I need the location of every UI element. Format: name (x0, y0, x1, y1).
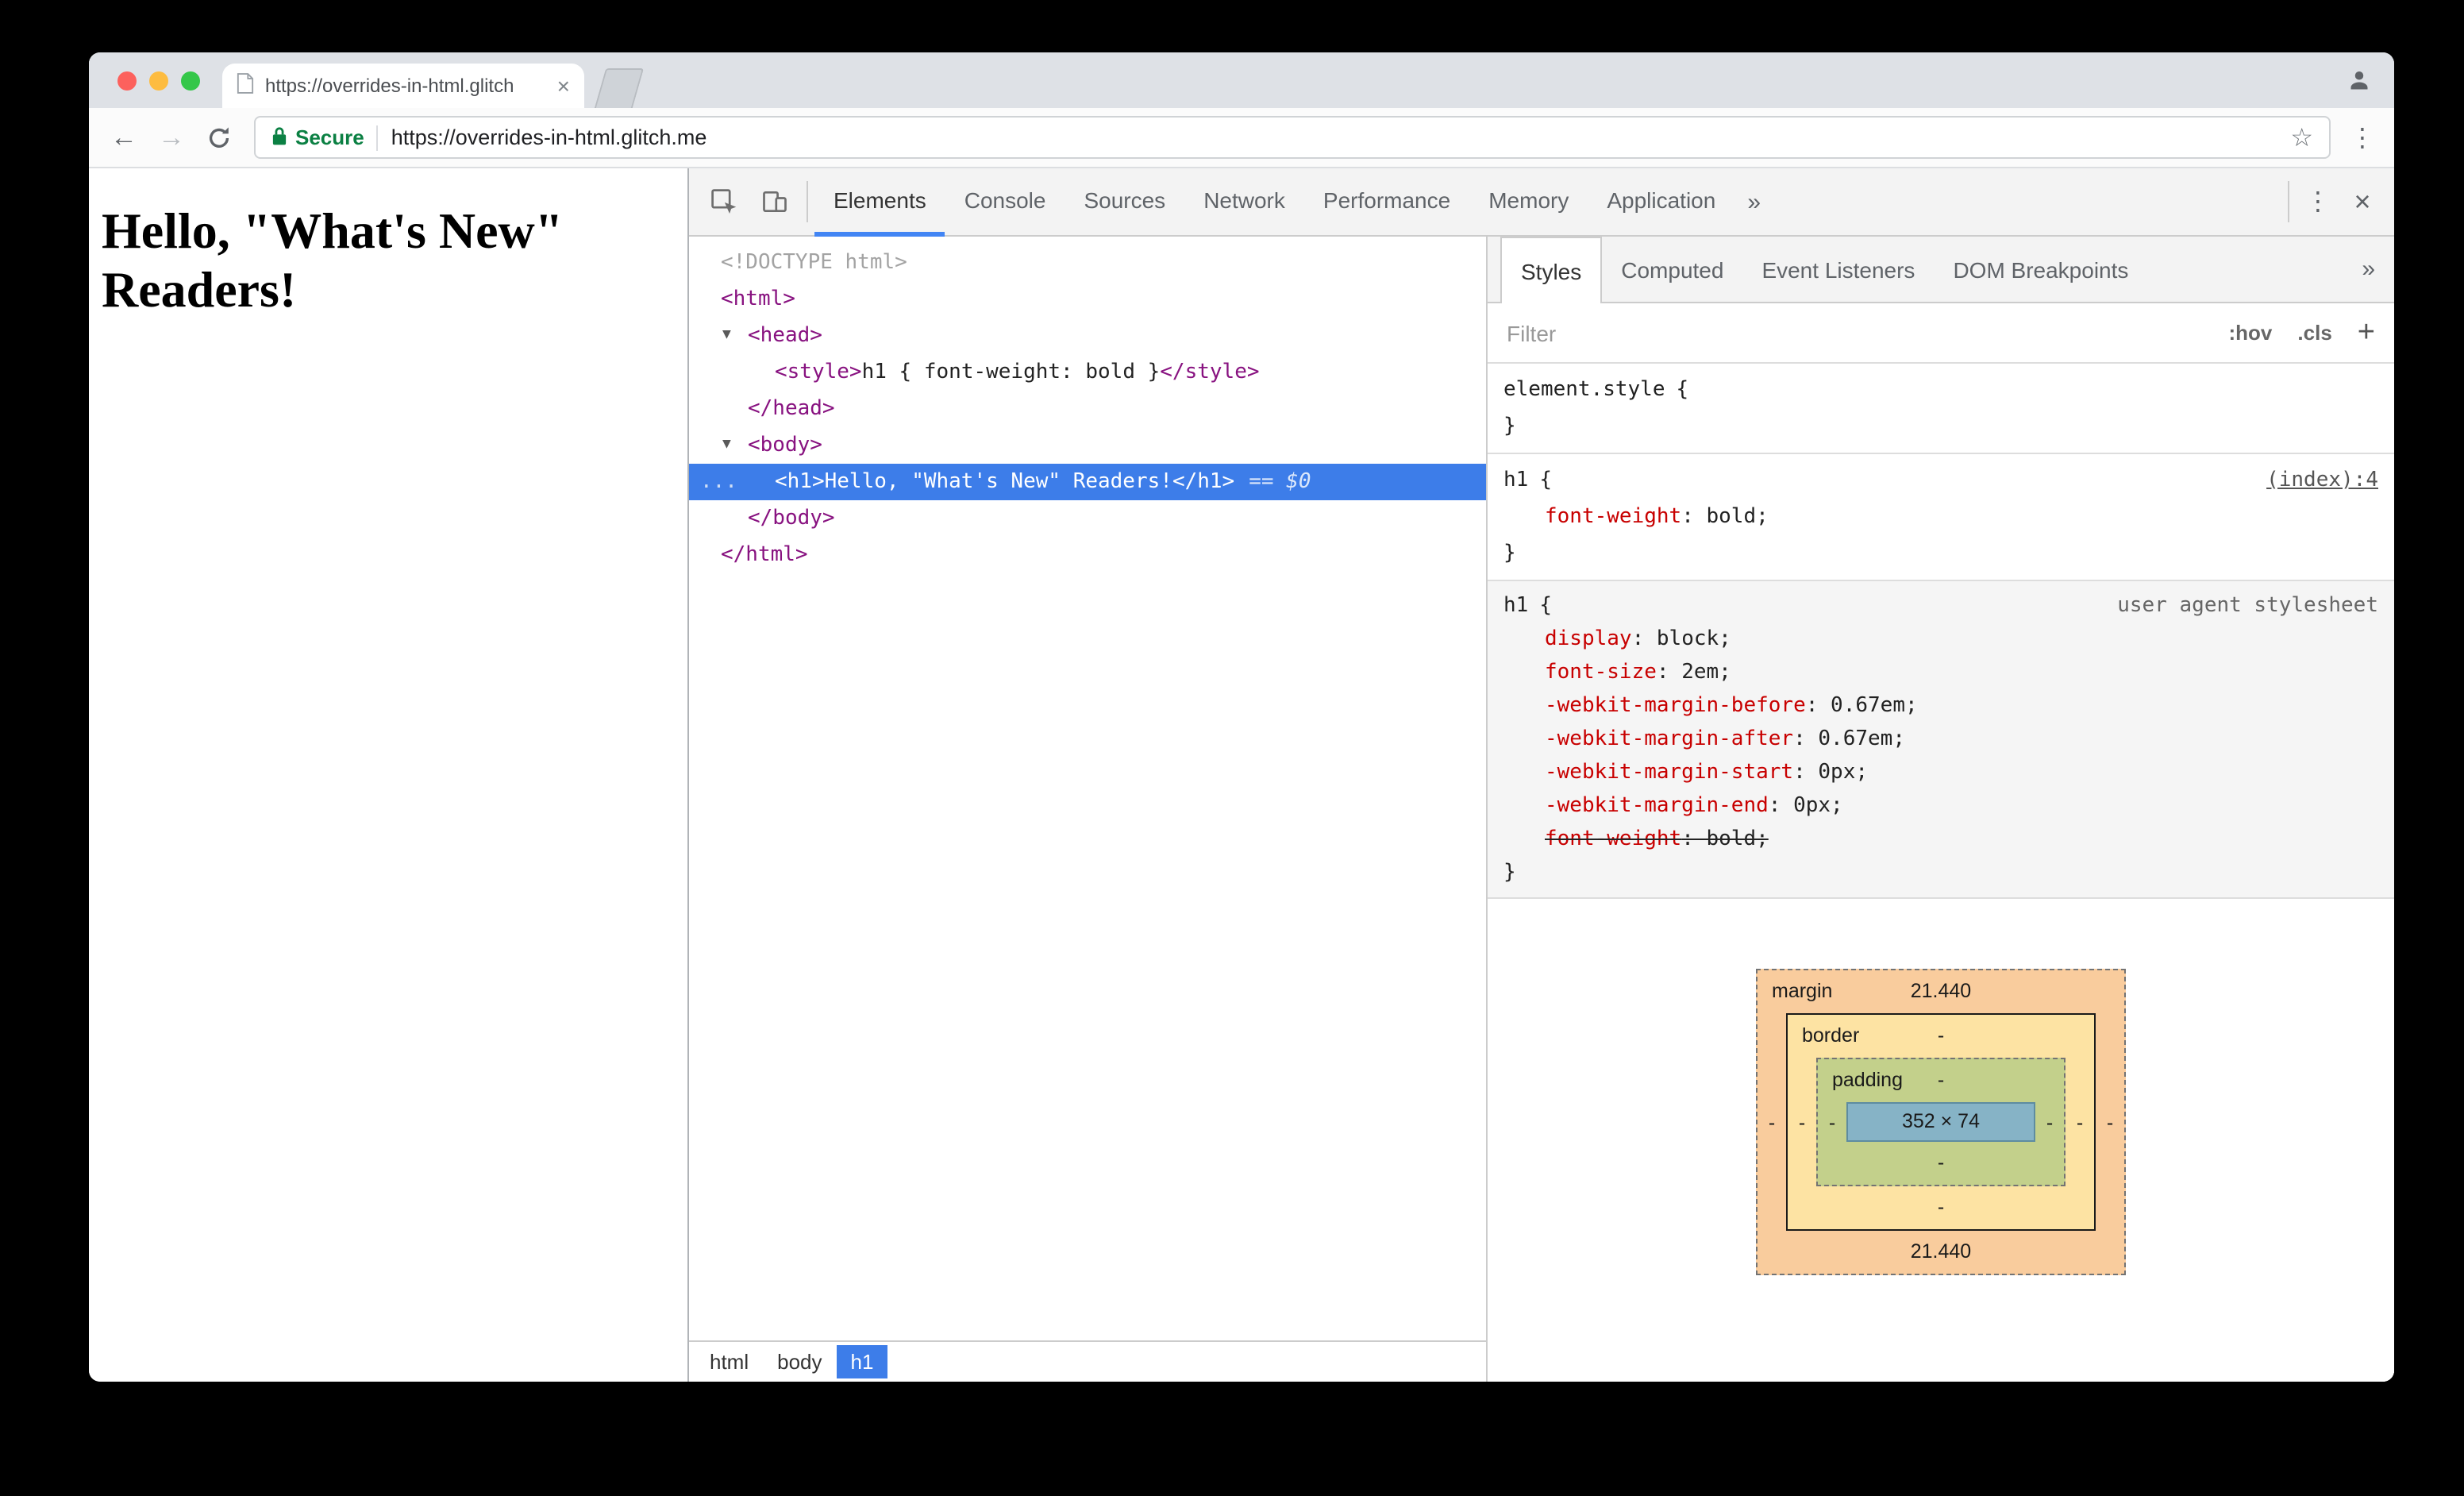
box-model-padding[interactable]: padding - - 352 × 74 - - (1816, 1058, 2066, 1186)
browser-toolbar: ← → Secure https://overrides-in-html.gli… (89, 108, 2394, 168)
inspect-element-icon[interactable] (699, 178, 749, 226)
dom-node-style[interactable]: <style>h1 { font-weight: bold }</style> (689, 354, 1486, 391)
stylesheet-source-link[interactable]: (index):4 (2266, 462, 2378, 499)
window-controls (117, 71, 200, 91)
address-bar-divider (376, 125, 379, 150)
dom-node-head-close[interactable]: </head> (689, 391, 1486, 427)
address-bar[interactable]: Secure https://overrides-in-html.glitch.… (254, 116, 2331, 159)
css-property[interactable]: font-size: 2em; (1503, 656, 2378, 689)
device-toolbar-icon[interactable] (749, 178, 800, 226)
security-chip[interactable]: Secure (271, 125, 364, 150)
box-model-border[interactable]: border - - padding - - 352 × 74 - - - - (1786, 1013, 2096, 1231)
breadcrumb-body[interactable]: body (763, 1345, 836, 1378)
devtools-body: <!DOCTYPE html> <html> ▼ <head> <style>h1… (689, 237, 2394, 1382)
tab-console[interactable]: Console (945, 168, 1065, 236)
toolbar-divider (807, 181, 808, 222)
dom-node-body-close[interactable]: </body> (689, 500, 1486, 537)
css-property[interactable]: -webkit-margin-start: 0px; (1503, 756, 2378, 789)
tab-application[interactable]: Application (1588, 168, 1734, 236)
css-property[interactable]: display: block; (1503, 623, 2378, 656)
styles-sidebar: Styles Computed Event Listeners DOM Brea… (1488, 237, 2394, 1382)
tab-styles[interactable]: Styles (1500, 237, 1603, 303)
overflow-ellipsis: ... (700, 470, 737, 494)
url-text[interactable]: https://overrides-in-html.glitch.me (391, 125, 2278, 149)
styles-filter-input[interactable] (1507, 320, 1729, 345)
dom-tree: <!DOCTYPE html> <html> ▼ <head> <style>h1… (689, 237, 1486, 1340)
minimize-window-button[interactable] (149, 71, 168, 91)
css-property-overridden[interactable]: font-weight: bold; (1503, 823, 2378, 856)
styles-filter-bar: :hov .cls + (1488, 303, 2394, 364)
elements-panel: <!DOCTYPE html> <html> ▼ <head> <style>h1… (689, 237, 1488, 1382)
dom-node-body-open[interactable]: ▼ <body> (689, 427, 1486, 464)
tab-computed[interactable]: Computed (1602, 237, 1742, 302)
tab-title: https://overrides-in-html.glitch (265, 75, 514, 97)
box-model-margin[interactable]: margin 21.440 - border - - padding - - 3… (1756, 969, 2126, 1275)
css-property[interactable]: -webkit-margin-before: 0.67em; (1503, 689, 2378, 723)
zoom-window-button[interactable] (181, 71, 200, 91)
browser-tab[interactable]: https://overrides-in-html.glitch × (222, 64, 584, 108)
close-window-button[interactable] (117, 71, 137, 91)
tab-close-icon[interactable]: × (557, 75, 570, 97)
rule-selector[interactable]: h1 (1503, 468, 1528, 492)
toolbar-divider (2288, 181, 2289, 222)
devtools-menu-icon[interactable]: ⋮ (2296, 186, 2340, 218)
security-label: Secure (295, 125, 364, 149)
devtools-panel: Elements Console Sources Network Perform… (687, 168, 2394, 1382)
box-model-diagram: margin 21.440 - border - - padding - - 3… (1756, 969, 2126, 1275)
browser-menu-icon[interactable]: ⋮ (2347, 121, 2378, 153)
stage: https://overrides-in-html.glitch × ← → S… (0, 0, 2464, 1496)
new-tab-button[interactable] (594, 68, 645, 108)
dom-node-head-open[interactable]: ▼ <head> (689, 318, 1486, 354)
dom-node-doctype[interactable]: <!DOCTYPE html> (689, 245, 1486, 281)
dom-node-h1-selected[interactable]: ... <h1>Hello, "What's New" Readers!</h1… (689, 464, 1486, 500)
stylesheet-source-label: user agent stylesheet (2117, 594, 2378, 618)
expand-arrow-icon[interactable]: ▼ (722, 427, 748, 464)
expand-arrow-icon[interactable]: ▼ (722, 318, 748, 354)
browser-window: https://overrides-in-html.glitch × ← → S… (89, 52, 2394, 1382)
toggle-class-button[interactable]: .cls (2297, 321, 2331, 345)
css-property[interactable]: -webkit-margin-end: 0px; (1503, 789, 2378, 823)
box-model-content[interactable]: 352 × 74 (1846, 1102, 2035, 1142)
page-favicon-icon (237, 73, 254, 98)
rendered-page: Hello, "What's New" Readers! (89, 168, 687, 1382)
tab-strip: https://overrides-in-html.glitch × (89, 52, 2394, 108)
box-model-metrics: margin 21.440 - border - - padding - - 3… (1488, 899, 2394, 1382)
profile-icon[interactable] (2343, 65, 2375, 97)
tab-network[interactable]: Network (1184, 168, 1304, 236)
devtools-toolbar: Elements Console Sources Network Perform… (689, 168, 2394, 237)
tab-sources[interactable]: Sources (1065, 168, 1184, 236)
rule-h1-user-agent: user agent stylesheet h1{ display: block;… (1488, 581, 2394, 899)
rule-h1-inline-stylesheet: (index):4 h1{ font-weight: bold; } (1488, 454, 2394, 581)
breadcrumb-html[interactable]: html (695, 1345, 763, 1378)
breadcrumb-h1[interactable]: h1 (836, 1345, 888, 1378)
content-area: Hello, "What's New" Readers! Elements Co… (89, 168, 2394, 1382)
css-property[interactable]: font-weight: bold; (1503, 499, 2378, 535)
sidebar-tabs: Styles Computed Event Listeners DOM Brea… (1488, 237, 2394, 303)
reload-icon[interactable] (200, 125, 238, 150)
bookmark-star-icon[interactable]: ☆ (2290, 121, 2313, 153)
new-style-rule-icon[interactable]: + (2358, 315, 2375, 350)
page-heading: Hello, "What's New" Readers! (102, 202, 564, 318)
devtools-close-icon[interactable]: × (2340, 185, 2385, 218)
console-reference-hint: == $0 (1249, 470, 1311, 494)
tab-performance[interactable]: Performance (1304, 168, 1469, 236)
css-property[interactable]: -webkit-margin-after: 0.67em; (1503, 723, 2378, 756)
tab-dom-breakpoints[interactable]: DOM Breakpoints (1934, 237, 2147, 302)
lock-icon (271, 125, 287, 150)
dom-breadcrumb: html body h1 (689, 1340, 1486, 1382)
dom-node-html-open[interactable]: <html> (689, 281, 1486, 318)
tab-memory[interactable]: Memory (1469, 168, 1588, 236)
rule-element-style: element.style{ } (1488, 364, 2394, 454)
back-icon[interactable]: ← (105, 124, 143, 151)
more-sidebar-tabs-icon[interactable]: » (2343, 237, 2394, 302)
dom-node-html-close[interactable]: </html> (689, 537, 1486, 573)
toggle-hover-state-button[interactable]: :hov (2229, 321, 2273, 345)
rule-selector[interactable]: element.style (1503, 378, 1665, 402)
tab-elements[interactable]: Elements (814, 168, 945, 236)
forward-icon[interactable]: → (152, 124, 191, 151)
more-panels-icon[interactable]: » (1734, 188, 1773, 215)
tab-event-listeners[interactable]: Event Listeners (1742, 237, 1934, 302)
rule-selector[interactable]: h1 (1503, 594, 1528, 618)
